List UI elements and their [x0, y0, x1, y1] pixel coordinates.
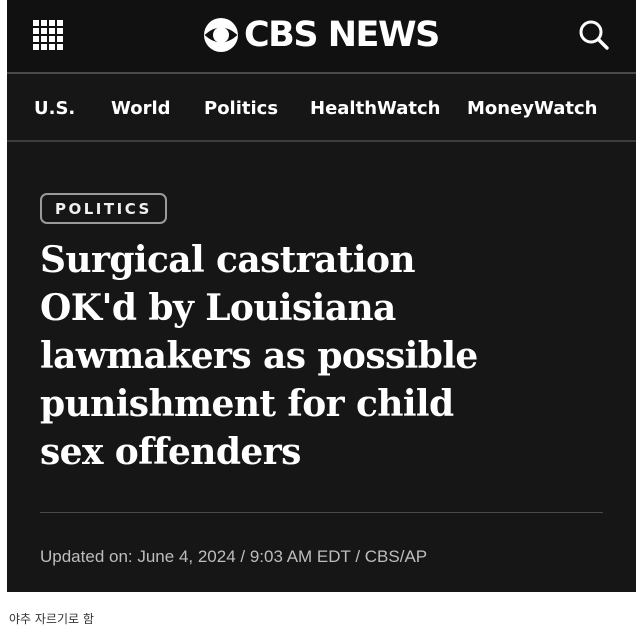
grid-menu-icon[interactable] [33, 20, 63, 50]
category-badge[interactable]: POLITICS [40, 193, 167, 224]
nav-item-world[interactable]: World [111, 98, 171, 120]
image-caption: 야추 자르기로 함 [9, 612, 94, 626]
cbs-eye-icon [204, 18, 238, 52]
cbs-news-logo[interactable]: CBS NEWS [202, 14, 440, 56]
nav-item-moneywatch[interactable]: MoneyWatch [467, 98, 597, 120]
headline-line: punishment for child [40, 383, 454, 425]
headline-line: Surgical castration [40, 239, 416, 281]
top-header: CBS NEWS [7, 0, 636, 72]
headline-line: sex offenders [40, 431, 301, 473]
headline-line: OK'd by Louisiana [40, 287, 396, 329]
search-icon[interactable] [577, 18, 611, 52]
nav-item-us[interactable]: U.S. [34, 98, 75, 120]
nav-item-healthwatch[interactable]: HealthWatch [310, 98, 440, 120]
section-nav: U.S. World Politics HealthWatch MoneyWat… [7, 74, 636, 140]
article-divider [40, 512, 603, 513]
nav-divider [7, 140, 636, 142]
brand-name: CBS NEWS [244, 14, 440, 55]
headline-line: lawmakers as possible [40, 335, 478, 377]
nav-item-politics[interactable]: Politics [204, 98, 278, 120]
app-screen: CBS NEWS U.S. World Politics HealthWatch… [7, 0, 636, 592]
article-byline: Updated on: June 4, 2024 / 9:03 AM EDT /… [40, 547, 428, 566]
article-headline: Surgical castration OK'd by Louisiana la… [40, 236, 600, 476]
